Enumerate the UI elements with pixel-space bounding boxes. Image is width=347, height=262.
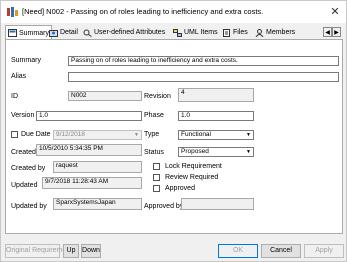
summary-icon: [8, 29, 17, 37]
status-label: Status: [144, 149, 164, 156]
uml-items-icon: [173, 28, 182, 37]
phase-label: Phase: [144, 112, 164, 119]
phase-field[interactable]: 1.0: [178, 111, 254, 121]
chevron-down-icon[interactable]: ▼: [245, 149, 252, 155]
chevron-down-icon: ▼: [134, 132, 139, 138]
summary-field[interactable]: Passing on of roles leading to inefficie…: [68, 56, 339, 66]
chevron-down-icon[interactable]: ▼: [245, 132, 252, 138]
created-field: 10/5/2010 5:34:35 PM: [36, 144, 142, 156]
up-button[interactable]: Up: [63, 244, 79, 258]
alias-field[interactable]: [68, 72, 339, 82]
apply-button[interactable]: Apply: [304, 244, 344, 258]
due-date-label: Due Date: [21, 131, 51, 138]
created-by-label: Created by: [11, 165, 46, 172]
attributes-icon: [83, 29, 92, 37]
requirement-properties-dialog: [Need] N002 - Passing on of roles leadin…: [0, 0, 347, 262]
title-bar: [Need] N002 - Passing on of roles leadin…: [1, 1, 346, 23]
approved-checkbox[interactable]: [153, 185, 160, 192]
id-field: N002: [68, 91, 142, 101]
tab-summary[interactable]: Summary: [5, 25, 52, 40]
down-button[interactable]: Down: [81, 244, 101, 258]
tab-detail[interactable]: Detail: [49, 26, 78, 39]
updated-field: 9/7/2018 11:28:43 AM: [42, 177, 142, 189]
due-date-checkbox[interactable]: [11, 131, 18, 138]
tab-scroll-left-button[interactable]: ◀: [323, 27, 332, 37]
cancel-button[interactable]: Cancel: [261, 244, 301, 258]
summary-label: Summary: [11, 57, 41, 64]
version-label: Version: [11, 112, 35, 119]
id-label: ID: [11, 93, 18, 100]
updated-by-field: SparxSystemsJapan: [53, 198, 142, 210]
files-icon: [223, 28, 230, 37]
version-field[interactable]: 1.0: [36, 111, 142, 121]
tab-files[interactable]: Files: [222, 26, 248, 39]
tab-uml-items-label: UML Items: [184, 29, 218, 36]
requirement-app-icon: [7, 7, 18, 17]
detail-icon: [49, 29, 58, 37]
due-date-value: 9/12/2018: [56, 131, 85, 138]
members-icon: [255, 28, 264, 37]
lock-requirement-checkbox[interactable]: [153, 163, 160, 170]
tab-members[interactable]: Members: [255, 26, 295, 39]
status-select[interactable]: Proposed ▼: [178, 147, 254, 157]
approved-label: Approved: [165, 185, 195, 192]
approved-by-label: Approved by: [144, 203, 184, 210]
summary-panel: Summary Passing on of roles leading to i…: [5, 39, 343, 234]
original-requirement-button[interactable]: Original Requirement: [5, 244, 72, 258]
due-date-field: 9/12/2018 ▼: [53, 130, 142, 140]
revision-label: Revision: [144, 93, 171, 100]
tab-user-defined-attributes-label: User-defined Attributes: [94, 29, 166, 36]
lock-requirement-label: Lock Requirement: [165, 163, 222, 170]
close-icon[interactable]: ✕: [328, 5, 342, 19]
review-required-checkbox[interactable]: [153, 174, 160, 181]
tab-scroll-right-button[interactable]: ▶: [332, 27, 341, 37]
ok-button[interactable]: OK: [218, 244, 258, 258]
window-title: [Need] N002 - Passing on of roles leadin…: [22, 7, 264, 16]
alias-label: Alias: [11, 73, 27, 80]
review-required-label: Review Required: [165, 174, 219, 181]
revision-field: 4: [178, 88, 254, 102]
created-label: Created: [11, 149, 36, 156]
type-label: Type: [144, 131, 160, 138]
status-value: Proposed: [181, 148, 209, 155]
tab-files-label: Files: [233, 29, 248, 36]
updated-label: Updated: [11, 182, 38, 189]
tab-uml-items[interactable]: UML Items: [173, 26, 218, 39]
tab-members-label: Members: [266, 29, 296, 36]
type-value: Functional: [181, 131, 211, 138]
type-select[interactable]: Functional ▼: [178, 130, 254, 140]
tab-summary-label: Summary: [19, 29, 49, 37]
tab-strip: Summary Detail User-defined Attributes U…: [5, 25, 343, 40]
created-by-field: raquest: [53, 161, 142, 173]
approved-by-field: [181, 198, 254, 210]
tab-user-defined-attributes[interactable]: User-defined Attributes: [83, 26, 165, 39]
tab-detail-label: Detail: [60, 29, 78, 36]
updated-by-label: Updated by: [11, 203, 47, 210]
